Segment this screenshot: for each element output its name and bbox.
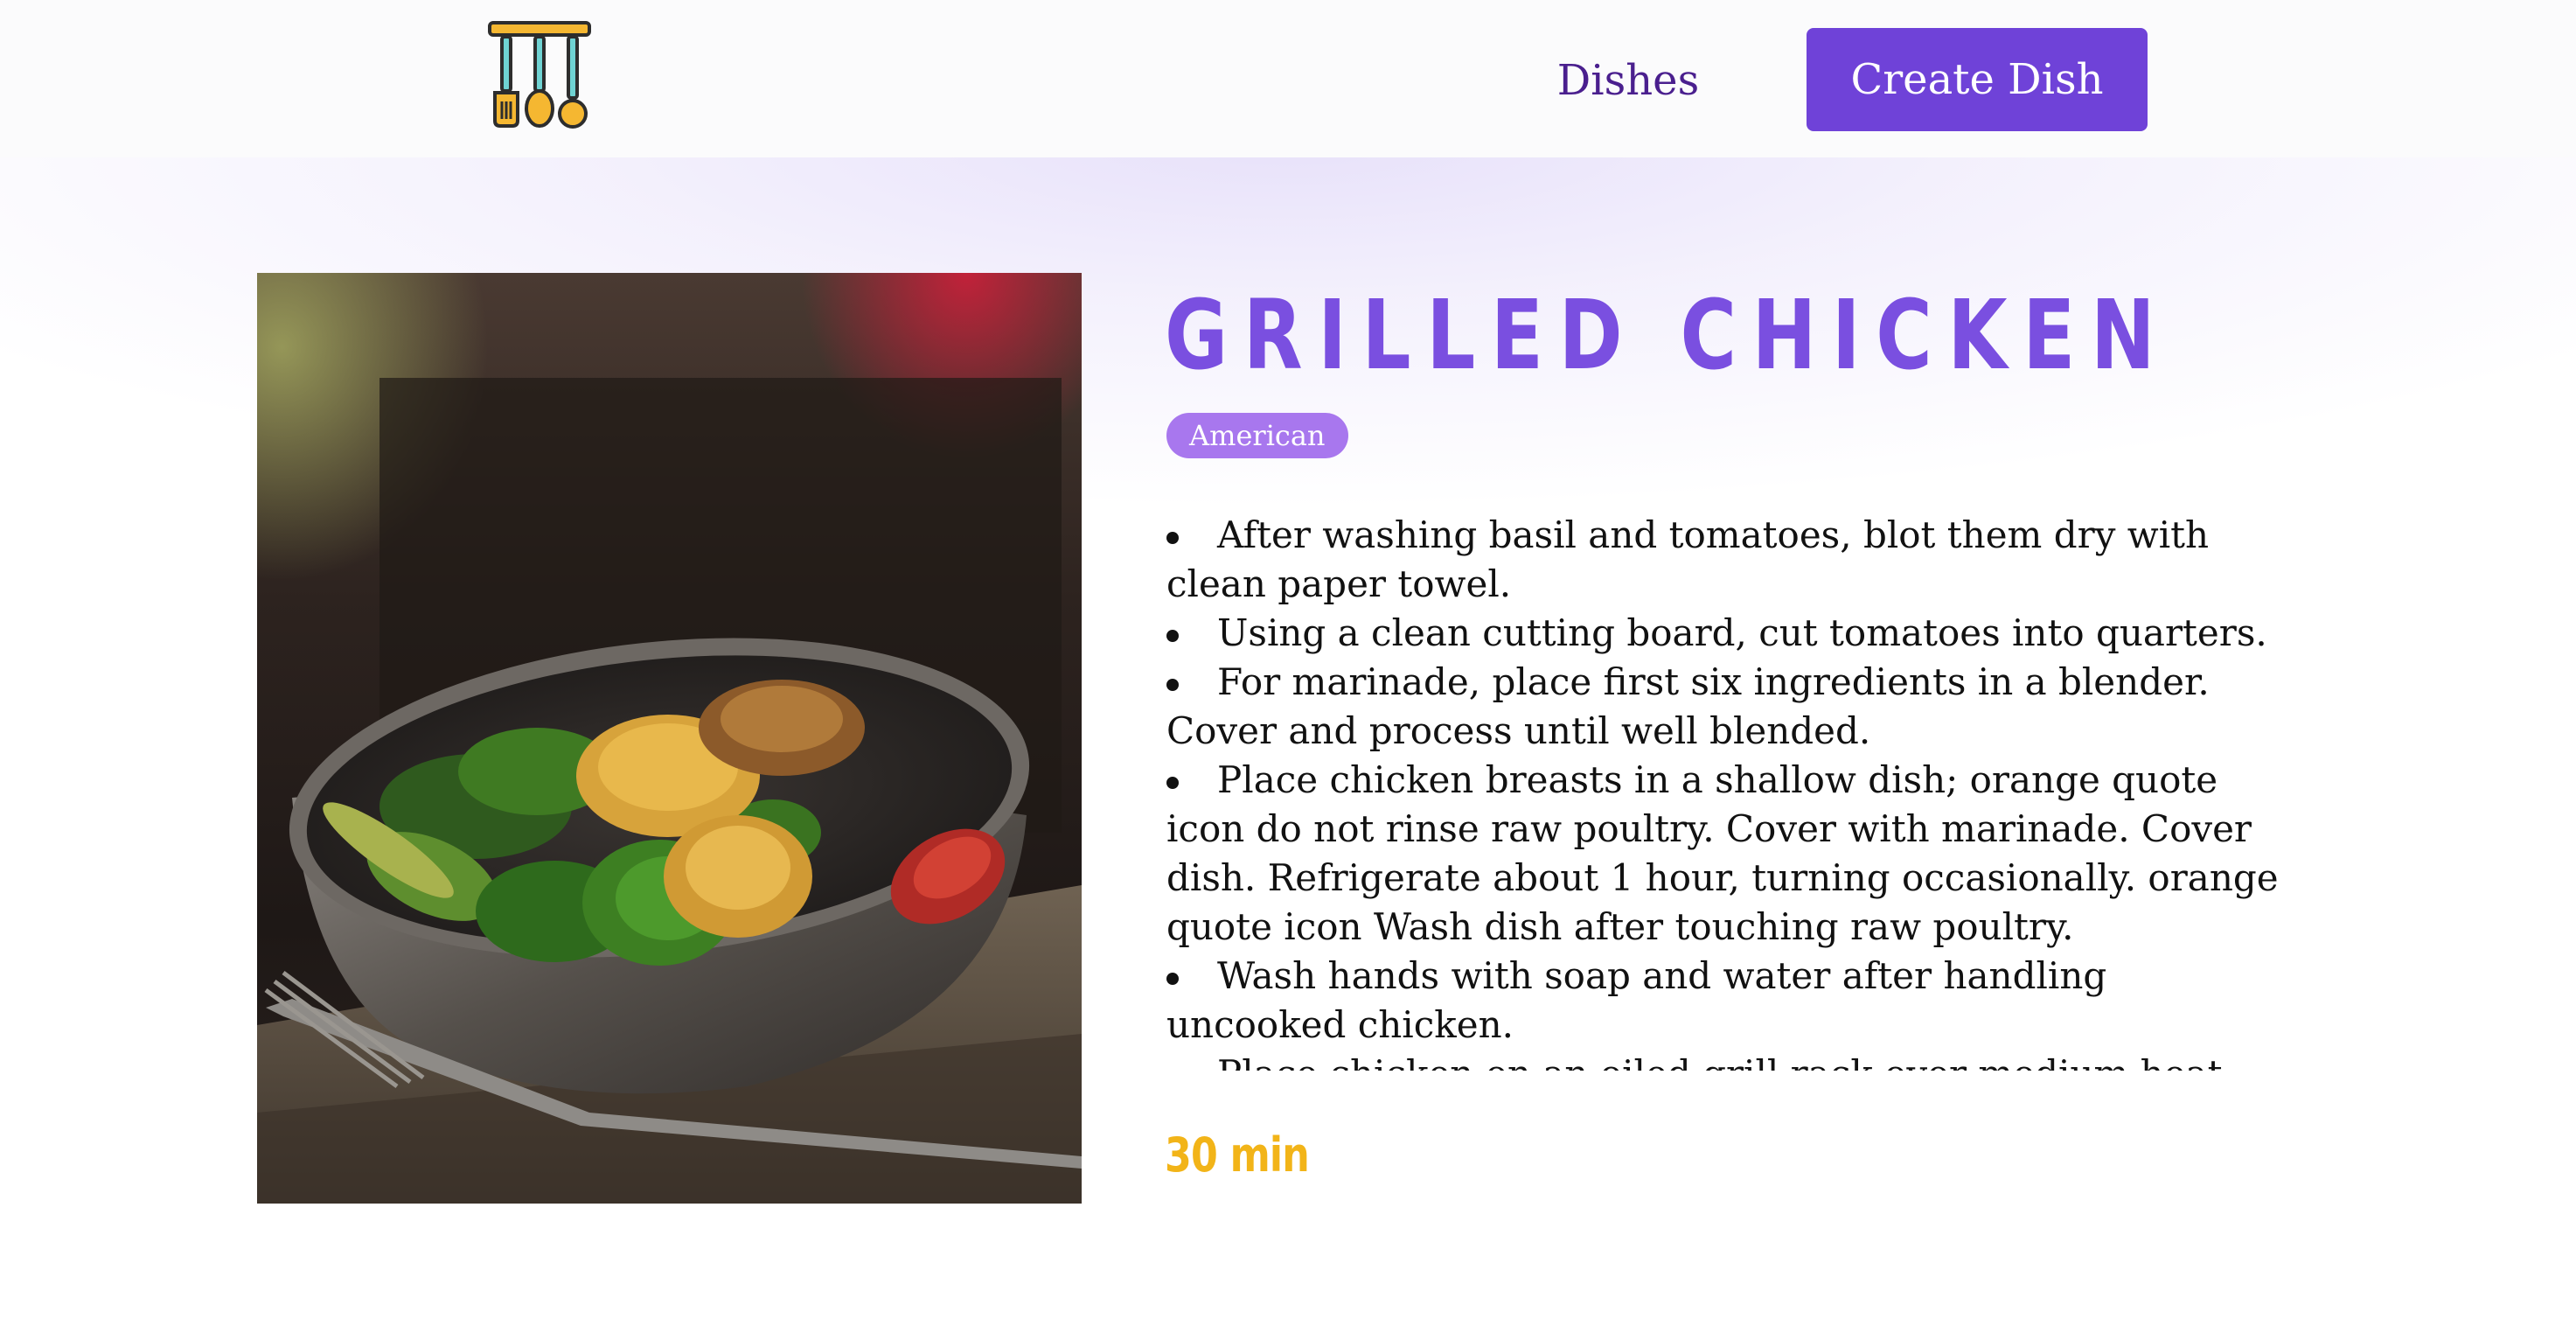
nav-dishes-link[interactable]: Dishes — [1541, 48, 1716, 113]
instruction-item: Using a clean cutting board, cut tomatoe… — [1166, 609, 2294, 658]
instructions-list[interactable]: After washing basil and tomatoes, blot t… — [1166, 511, 2303, 1071]
dish-photo — [257, 273, 1082, 1204]
instruction-item: Wash hands with soap and water after han… — [1166, 952, 2294, 1050]
cook-time: 30 min — [1165, 1127, 1310, 1183]
kitchen-utensils-logo-icon[interactable] — [483, 17, 596, 131]
instruction-item: After washing basil and tomatoes, blot t… — [1166, 511, 2294, 609]
dish-title: GRILLED CHICKEN — [1165, 279, 2171, 391]
site-header: Dishes Create Dish — [0, 0, 2576, 157]
cuisine-badge[interactable]: American — [1166, 413, 1348, 458]
instruction-item: For marinade, place first six ingredient… — [1166, 658, 2294, 756]
instruction-item: Place chicken on an oiled grill rack ove… — [1166, 1050, 2294, 1071]
create-dish-button[interactable]: Create Dish — [1807, 28, 2148, 131]
instruction-item: Place chicken breasts in a shallow dish;… — [1166, 756, 2294, 952]
